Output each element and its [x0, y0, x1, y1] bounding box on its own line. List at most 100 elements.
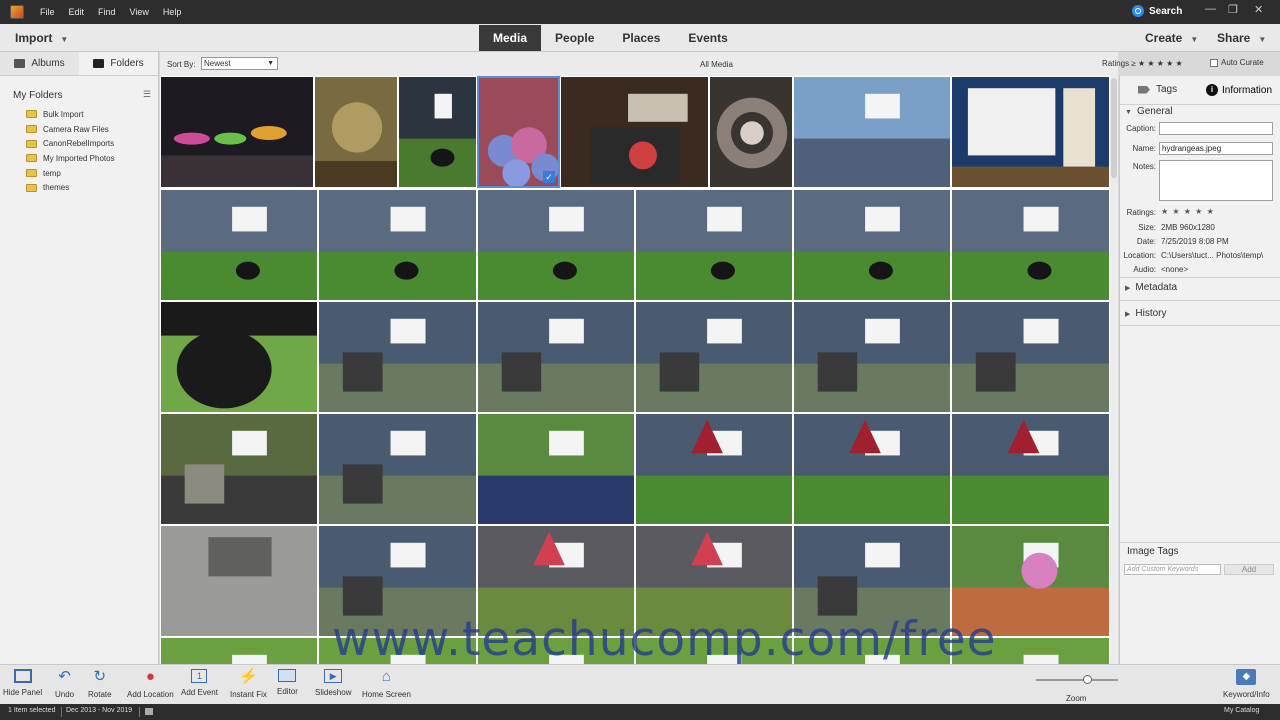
menu-edit[interactable]: Edit: [69, 7, 85, 17]
triangle-right-icon: ▶: [1125, 311, 1131, 318]
add-location-label: Add Location: [127, 690, 174, 699]
folder-item[interactable]: temp: [26, 166, 115, 181]
instant-fix-button[interactable]: ⚡ Instant Fix: [230, 669, 267, 700]
catalog-name[interactable]: My Catalog: [1224, 707, 1259, 714]
slideshow-button[interactable]: ▶ Slideshow: [315, 669, 351, 697]
folder-item[interactable]: CanonRebelImports: [26, 136, 115, 151]
photo-image: [319, 190, 476, 300]
rating-stars[interactable]: ★ ★ ★ ★ ★: [1161, 207, 1215, 216]
menu-file[interactable]: File: [40, 7, 55, 17]
photo-thumbnail[interactable]: [793, 413, 951, 525]
photo-thumbnail[interactable]: [398, 76, 477, 188]
home-screen-button[interactable]: ⌂ Home Screen: [362, 669, 411, 700]
tab-events[interactable]: Events: [674, 25, 741, 51]
auto-curate-checkbox[interactable]: Auto Curate: [1210, 58, 1264, 67]
folder-options-icon[interactable]: ☰: [143, 89, 151, 100]
photo-thumbnail[interactable]: [951, 301, 1110, 413]
add-location-button[interactable]: ● Add Location: [127, 669, 174, 700]
caption-field[interactable]: [1159, 122, 1273, 135]
maximize-button[interactable]: ❐: [1228, 3, 1238, 16]
photo-thumbnail[interactable]: [160, 637, 318, 664]
photo-thumbnail[interactable]: [314, 76, 398, 188]
folder-icon: [26, 154, 37, 163]
photo-thumbnail[interactable]: [160, 413, 318, 525]
right-panel: Tags i Information ▼ General Caption: Name…: [1119, 76, 1280, 664]
menu-help[interactable]: Help: [163, 7, 182, 17]
keyword-info-button[interactable]: ◆ Keyword/Info: [1223, 669, 1270, 699]
name-field[interactable]: hydrangeas.jpeg: [1159, 142, 1273, 155]
photo-thumbnail[interactable]: [477, 189, 635, 301]
photo-thumbnail[interactable]: [160, 301, 318, 413]
photo-thumbnail[interactable]: [951, 189, 1110, 301]
photo-thumbnail[interactable]: [477, 301, 635, 413]
zoom-slider-handle[interactable]: [1083, 675, 1092, 684]
search-button[interactable]: Search: [1132, 5, 1182, 17]
photo-thumbnail[interactable]: [635, 301, 793, 413]
photo-thumbnail[interactable]: [709, 76, 793, 188]
general-section[interactable]: ▼ General: [1125, 106, 1173, 117]
tab-people[interactable]: People: [541, 25, 608, 51]
tag-icon: ◆: [1236, 669, 1257, 685]
photo-thumbnail[interactable]: [951, 413, 1110, 525]
folder-item[interactable]: Bulk Import: [26, 107, 115, 122]
add-keyword-button[interactable]: Add: [1224, 564, 1274, 575]
history-section[interactable]: ▶ History: [1125, 308, 1167, 319]
folder-icon: [26, 110, 37, 119]
photo-thumbnail[interactable]: [477, 413, 635, 525]
close-button[interactable]: ✕: [1254, 3, 1263, 16]
photo-thumbnail[interactable]: [318, 301, 477, 413]
photo-thumbnail[interactable]: [635, 189, 793, 301]
notes-field[interactable]: [1159, 160, 1273, 201]
slideshow-label: Slideshow: [315, 688, 352, 697]
share-button[interactable]: Share ▼: [1217, 31, 1266, 45]
tab-tags[interactable]: Tags: [1138, 84, 1177, 95]
keyword-input[interactable]: Add Custom Keywords: [1124, 564, 1221, 575]
folder-item[interactable]: My Imported Photos: [26, 151, 115, 166]
divider: [1120, 542, 1280, 543]
undo-button[interactable]: ↶ Undo: [55, 669, 74, 700]
import-button[interactable]: Import ▼: [15, 31, 68, 45]
timeline-icon[interactable]: [145, 708, 153, 715]
editor-button[interactable]: Editor: [277, 669, 298, 696]
photo-image: [952, 190, 1109, 300]
photo-thumbnail[interactable]: [793, 301, 951, 413]
window-shape: [707, 318, 742, 344]
tab-information[interactable]: i Information: [1206, 84, 1272, 96]
search-icon: [1132, 5, 1144, 17]
photo-thumbnail[interactable]: [318, 189, 477, 301]
photo-thumbnail[interactable]: ✓: [477, 76, 560, 188]
folder-item[interactable]: themes: [26, 180, 115, 195]
ratings-filter[interactable]: Ratings ≥ ★ ★ ★ ★ ★: [1102, 59, 1183, 68]
photo-thumbnail[interactable]: [793, 76, 951, 188]
tab-media[interactable]: Media: [479, 25, 542, 51]
photo-thumbnail[interactable]: [560, 76, 709, 188]
photo-thumbnail[interactable]: [160, 189, 318, 301]
tab-albums[interactable]: Albums: [0, 52, 79, 75]
photo-thumbnail[interactable]: [793, 189, 951, 301]
tab-places[interactable]: Places: [608, 25, 674, 51]
menu-find[interactable]: Find: [98, 7, 116, 17]
grid-scrollbar[interactable]: [1110, 76, 1118, 664]
rotate-button[interactable]: ↻ Rotate: [88, 669, 112, 700]
import-label: Import: [15, 31, 53, 45]
photo-thumbnail[interactable]: [318, 413, 477, 525]
divider: [61, 707, 62, 717]
scrollbar-thumb[interactable]: [1111, 78, 1117, 178]
photo-thumbnail[interactable]: [951, 76, 1110, 188]
sort-select[interactable]: Newest ▼: [201, 57, 278, 70]
selected-check-icon[interactable]: ✓: [543, 171, 555, 183]
grill-shape: [342, 464, 383, 504]
zoom-slider[interactable]: [1036, 679, 1118, 681]
add-event-button[interactable]: 1 Add Event: [181, 669, 218, 697]
folder-item[interactable]: Camera Raw Files: [26, 122, 115, 137]
photo-thumbnail[interactable]: [635, 413, 793, 525]
tab-folders[interactable]: Folders: [79, 52, 158, 75]
menu-view[interactable]: View: [130, 7, 149, 17]
metadata-section[interactable]: ▶ Metadata: [1125, 282, 1177, 293]
create-button[interactable]: Create ▼: [1145, 31, 1198, 45]
photo-thumbnail[interactable]: [160, 525, 318, 637]
minimize-button[interactable]: —: [1205, 3, 1216, 15]
hide-panel-button[interactable]: Hide Panel: [3, 669, 42, 697]
photo-thumbnail[interactable]: [160, 76, 314, 188]
photo-image: [161, 414, 317, 524]
